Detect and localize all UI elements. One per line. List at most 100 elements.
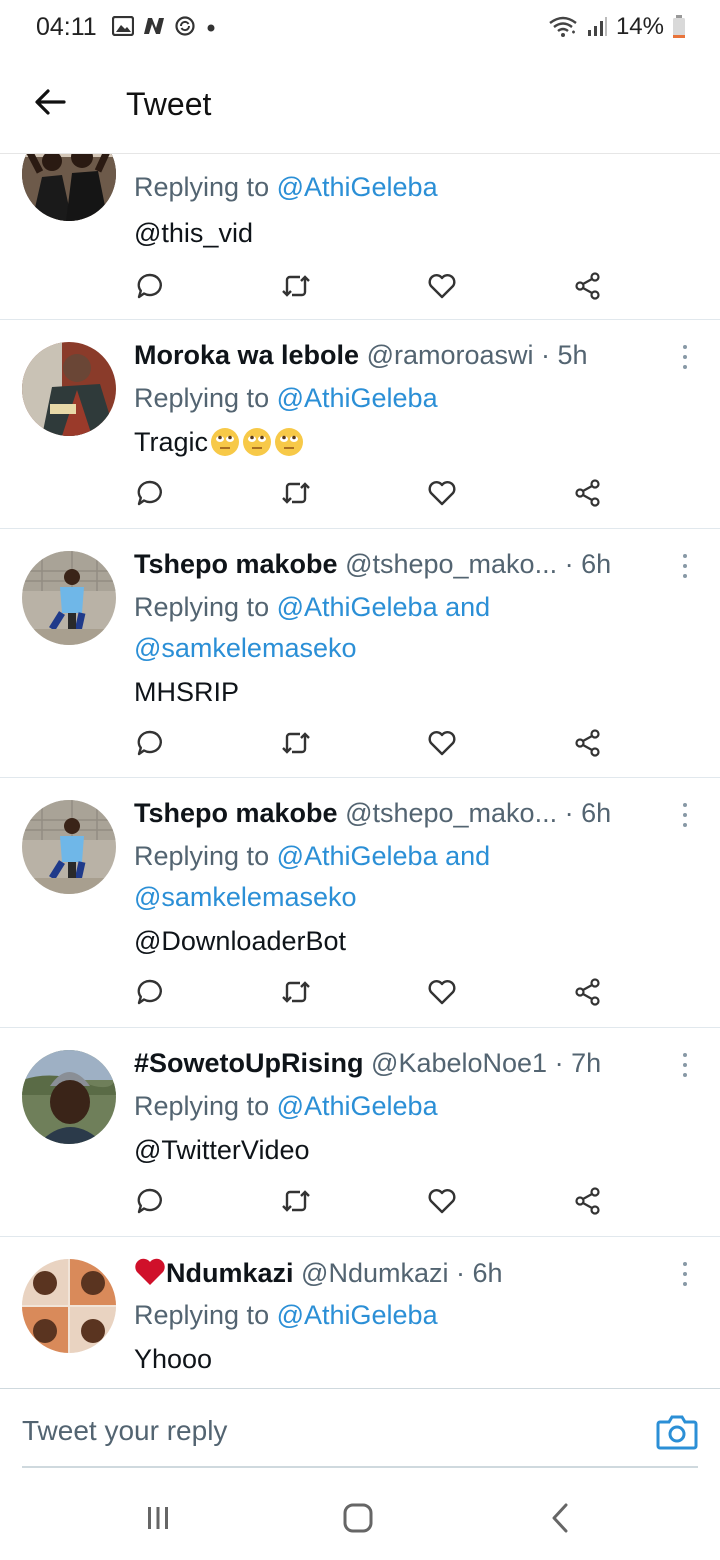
replying-to-line: Replying to @AthiGeleba and — [134, 592, 490, 623]
replying-label: Replying to — [134, 383, 277, 413]
reply-input[interactable] — [22, 1415, 582, 1447]
more-options-button[interactable] — [678, 1050, 692, 1080]
avatar[interactable] — [22, 1259, 116, 1353]
share-icon — [575, 729, 600, 757]
wifi-icon — [549, 16, 577, 37]
home-icon — [343, 1503, 373, 1533]
eye-roll-emoji-icon — [211, 428, 240, 456]
more-options-button[interactable] — [678, 551, 692, 581]
author-handle[interactable]: @tshepo_mako... — [345, 549, 557, 579]
author-name[interactable]: Moroka wa lebole — [134, 340, 359, 370]
replying-label: Replying to — [134, 1300, 277, 1330]
avatar[interactable] — [22, 154, 116, 221]
retweet-button[interactable] — [278, 725, 314, 761]
status-time: 04:11 — [36, 13, 97, 41]
like-icon — [428, 980, 456, 1005]
system-navigation-bar — [0, 1474, 720, 1560]
like-button[interactable] — [424, 1183, 460, 1219]
tweet-text-link[interactable]: @this_vid — [134, 218, 253, 249]
reply-button[interactable] — [132, 1183, 168, 1219]
tweet-header: Tshepo makobe @tshepo_mako... · 6h — [134, 549, 640, 580]
like-button[interactable] — [424, 725, 460, 761]
replying-and: and — [437, 841, 491, 871]
replying-label: Replying to — [134, 592, 277, 622]
replying-label: Replying to — [134, 172, 277, 202]
more-options-button[interactable] — [678, 1259, 692, 1289]
reply-button[interactable] — [132, 974, 168, 1010]
mention-link[interactable]: @AthiGeleba — [277, 1091, 438, 1121]
tweet-item[interactable]: Replying to @AthiGeleba @this_vid — [0, 154, 720, 320]
recent-apps-button[interactable] — [138, 1500, 178, 1536]
reply-button[interactable] — [132, 475, 168, 511]
reply-icon — [137, 979, 162, 1005]
tweet-item[interactable]: Ndumkazi @Ndumkazi · 6h Replying to @Ath… — [0, 1237, 720, 1388]
author-handle[interactable]: @Ndumkazi — [301, 1258, 448, 1288]
mention-link[interactable]: @AthiGeleba — [277, 172, 438, 202]
battery-percent: 14% — [615, 13, 664, 40]
share-icon — [575, 1187, 600, 1215]
avatar-image — [22, 1050, 116, 1144]
like-icon — [428, 1189, 456, 1214]
author-name[interactable]: #SowetoUpRising — [134, 1048, 364, 1078]
status-left-icons — [112, 15, 218, 37]
author-handle[interactable]: @tshepo_mako... — [345, 798, 557, 828]
reply-divider — [22, 1466, 698, 1468]
reply-button[interactable] — [132, 725, 168, 761]
back-nav-button[interactable] — [540, 1500, 580, 1536]
tweet-text: MHSRIP — [134, 677, 240, 707]
retweet-button[interactable] — [278, 1183, 314, 1219]
retweet-button[interactable] — [278, 475, 314, 511]
share-button[interactable] — [570, 974, 606, 1010]
mention-link[interactable]: @AthiGeleba — [277, 592, 438, 622]
mention-link[interactable]: @AthiGeleba — [277, 1300, 438, 1330]
author-name[interactable]: Ndumkazi — [166, 1258, 294, 1288]
avatar-image — [22, 154, 116, 221]
replying-to-line: Replying to @AthiGeleba and — [134, 841, 490, 872]
share-button[interactable] — [570, 1183, 606, 1219]
replying-label: Replying to — [134, 841, 277, 871]
like-button[interactable] — [424, 268, 460, 304]
author-name[interactable]: Tshepo makobe — [134, 798, 338, 828]
like-button[interactable] — [424, 974, 460, 1010]
author-handle[interactable]: @KabeloNoe1 — [371, 1048, 547, 1078]
avatar[interactable] — [22, 1050, 116, 1144]
reply-button[interactable] — [132, 268, 168, 304]
author-handle[interactable]: @ramoroaswi — [367, 340, 534, 370]
tweet-text-link[interactable]: @DownloaderBot — [134, 926, 346, 957]
back-button[interactable] — [28, 80, 72, 124]
top-app-bar: Tweet — [0, 56, 720, 154]
share-button[interactable] — [570, 268, 606, 304]
status-bar: 04:11 14% — [0, 0, 720, 56]
mention-link[interactable]: @samkelemaseko — [134, 633, 357, 664]
tweet-text-link[interactable]: @TwitterVideo — [134, 1135, 310, 1166]
tweet-actions — [0, 974, 720, 1014]
mention-link[interactable]: @AthiGeleba — [277, 841, 438, 871]
mention-link[interactable]: @samkelemaseko — [134, 882, 357, 913]
like-icon — [428, 481, 456, 506]
more-options-button[interactable] — [678, 800, 692, 830]
tweet-text: Tragic — [134, 427, 304, 458]
retweet-button[interactable] — [278, 974, 314, 1010]
share-button[interactable] — [570, 475, 606, 511]
sync-icon — [175, 16, 195, 36]
tweet-item[interactable]: #SowetoUpRising @KabeloNoe1 · 7h Replyin… — [0, 1028, 720, 1237]
like-button[interactable] — [424, 475, 460, 511]
recent-apps-icon — [148, 1507, 168, 1529]
reply-icon — [137, 730, 162, 756]
avatar[interactable] — [22, 342, 116, 436]
tweet-text-content: Tragic — [134, 427, 209, 457]
author-name[interactable]: Tshepo makobe — [134, 549, 338, 579]
avatar[interactable] — [22, 800, 116, 894]
home-button[interactable] — [338, 1500, 378, 1536]
avatar[interactable] — [22, 551, 116, 645]
mention-link[interactable]: @AthiGeleba — [277, 383, 438, 413]
tweet-item[interactable]: Tshepo makobe @tshepo_mako... · 6h Reply… — [0, 778, 720, 1028]
retweet-button[interactable] — [278, 268, 314, 304]
more-options-button[interactable] — [678, 342, 692, 372]
tweet-item[interactable]: Moroka wa lebole @ramoroaswi · 5h Replyi… — [0, 320, 720, 529]
camera-button[interactable] — [656, 1413, 698, 1453]
n-logo-icon — [144, 18, 164, 34]
share-button[interactable] — [570, 725, 606, 761]
replies-feed[interactable]: Replying to @AthiGeleba @this_vid Moroka… — [0, 154, 720, 1388]
tweet-item[interactable]: Tshepo makobe @tshepo_mako... · 6h Reply… — [0, 529, 720, 778]
